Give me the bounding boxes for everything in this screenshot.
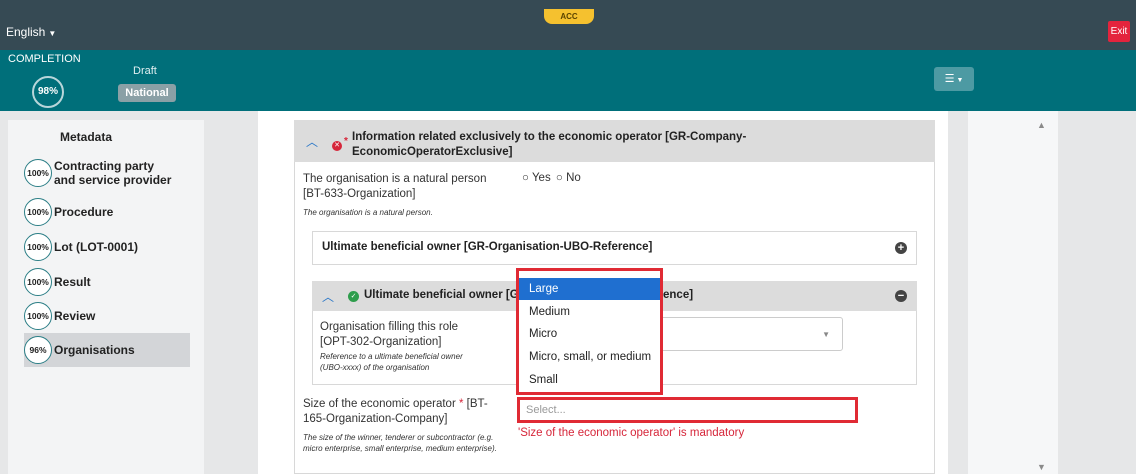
size-label: Size of the economic operator * [BT-165-…: [303, 397, 503, 427]
right-panel: [968, 111, 1058, 474]
option-large[interactable]: Large: [519, 278, 660, 300]
size-help: The size of the winner, tenderer or subc…: [303, 433, 497, 453]
progress-circle: 100%: [24, 233, 52, 261]
sidebar-item-label: Review: [54, 309, 96, 323]
option-small[interactable]: Small: [519, 369, 660, 391]
language-selector[interactable]: English ▼: [6, 25, 56, 39]
organisation-role-select[interactable]: ▼: [640, 317, 843, 351]
organisation-role-label: Organisation filling this role [OPT-302-…: [320, 321, 459, 348]
progress-circle: 100%: [24, 302, 52, 330]
section-title: Information related exclusively to the e…: [352, 131, 747, 158]
sidebar-item-label: Lot (LOT-0001): [54, 240, 139, 254]
sidebar-item-metadata[interactable]: Metadata: [60, 130, 112, 144]
natural-person-label: The organisation is a natural person [BT…: [303, 173, 487, 200]
sidebar-item-review[interactable]: 100% Review: [24, 302, 190, 330]
radio-no[interactable]: ○ No: [556, 172, 581, 184]
sidebar: Metadata 100% Contracting party and serv…: [8, 120, 204, 474]
national-badge: National: [118, 84, 176, 102]
sidebar-item-lot[interactable]: 100% Lot (LOT-0001): [24, 233, 190, 261]
size-dropdown-list: Large Medium Micro Micro, small, or medi…: [516, 268, 663, 395]
radio-no-label: No: [566, 172, 581, 184]
option-micro[interactable]: Micro: [519, 323, 660, 345]
radio-yes-label: Yes: [531, 172, 551, 184]
option-micro-small-medium[interactable]: Micro, small, or medium: [519, 346, 660, 368]
ubo-expanded-title: Ultimate beneficial owner [G: [364, 289, 519, 301]
radio-yes[interactable]: ○ Yes: [522, 172, 551, 184]
sidebar-item-label: Procedure: [54, 205, 114, 219]
language-label: English: [6, 25, 46, 39]
ubo-expanded-title-tail: ence]: [663, 289, 694, 301]
draft-status: Draft: [133, 65, 157, 77]
settings-dropdown-button[interactable]: ☰ ▼: [934, 67, 974, 91]
progress-circle: 96%: [24, 336, 52, 364]
caret-down-icon: ▼: [48, 29, 57, 38]
plus-icon[interactable]: +: [895, 242, 907, 254]
size-label-text: Size of the economic operator: [303, 398, 456, 410]
progress-circle: 100%: [24, 268, 52, 296]
error-icon: ✕: [332, 141, 342, 151]
chevron-up-icon[interactable]: ︿: [306, 133, 318, 150]
scroll-up-arrow-icon[interactable]: ▲: [1037, 120, 1046, 130]
sliders-icon: ☰: [944, 73, 955, 85]
minus-icon[interactable]: −: [895, 290, 907, 302]
size-select[interactable]: Select...: [517, 397, 858, 423]
sidebar-item-label: Organisations: [54, 343, 135, 357]
natural-person-help: The organisation is a natural person.: [303, 208, 433, 217]
caret-down-icon: ▼: [956, 77, 964, 84]
size-error-message: 'Size of the economic operator' is manda…: [518, 427, 745, 439]
ubo-reference-title: Ultimate beneficial owner [GR-Organisati…: [322, 241, 653, 253]
progress-circle: 100%: [24, 159, 52, 187]
required-marker: *: [344, 136, 348, 147]
sidebar-item-label: Result: [54, 275, 91, 289]
sidebar-item-procedure[interactable]: 100% Procedure: [24, 198, 190, 226]
scroll-down-arrow-icon[interactable]: ▼: [1037, 462, 1046, 472]
organisation-role-help: Reference to a ultimate beneficial owner…: [320, 352, 463, 372]
exit-button[interactable]: Exit: [1108, 21, 1130, 42]
chevron-down-icon: ▼: [822, 330, 830, 339]
sidebar-item-organisations[interactable]: 96% Organisations: [24, 333, 190, 367]
sidebar-item-result[interactable]: 100% Result: [24, 268, 190, 296]
top-bar: English ▼ ACC Exit: [0, 0, 1136, 50]
status-band: COMPLETION 98% Draft National ☰ ▼: [0, 50, 1136, 111]
environment-badge: ACC: [544, 9, 594, 24]
natural-person-radio-group: ○ Yes ○ No: [522, 172, 581, 184]
sidebar-item-label: Contracting party and service provider: [54, 159, 172, 187]
progress-circle: 100%: [24, 198, 52, 226]
required-marker: *: [458, 398, 464, 410]
sidebar-item-contracting-party[interactable]: 100% Contracting party and service provi…: [24, 156, 190, 190]
completion-label: COMPLETION: [8, 53, 81, 65]
check-icon: ✓: [348, 291, 359, 302]
chevron-up-icon[interactable]: ︿: [322, 288, 334, 305]
completion-progress-circle: 98%: [32, 76, 64, 108]
option-medium[interactable]: Medium: [519, 301, 660, 323]
